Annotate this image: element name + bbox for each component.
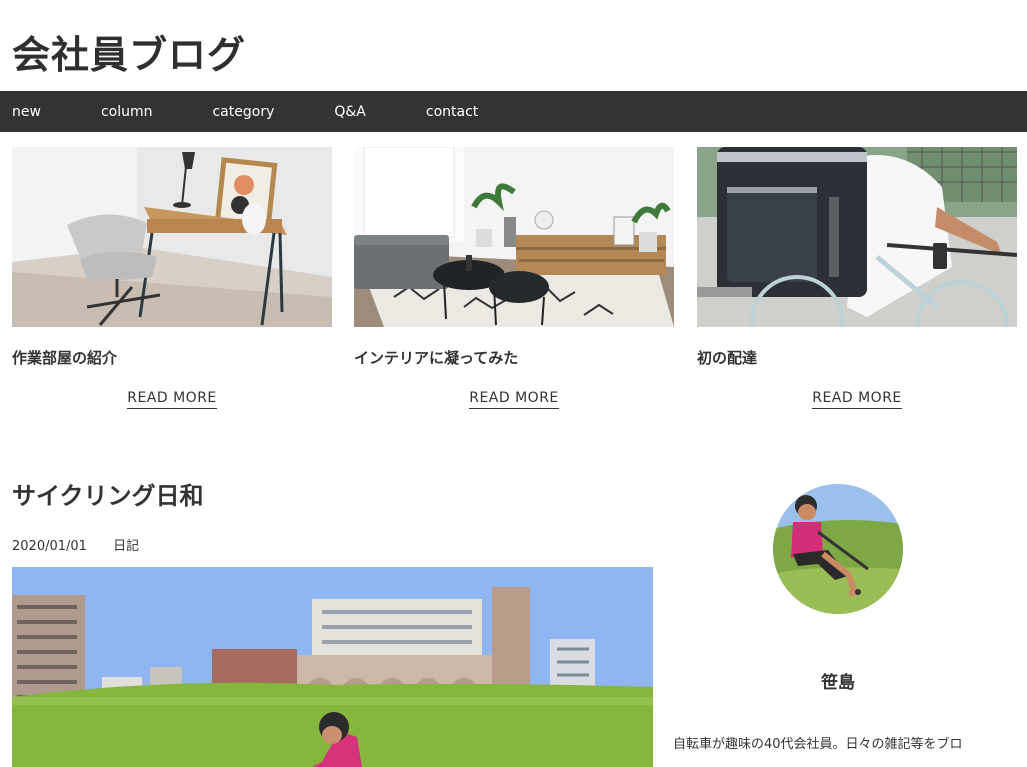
card-title[interactable]: 初の配達	[697, 347, 1017, 368]
nav-item-qa[interactable]: Q&A	[322, 104, 366, 120]
author-name[interactable]: 笹島	[673, 668, 1003, 693]
card-title[interactable]: インテリアに凝ってみた	[354, 347, 674, 368]
nav-item-category[interactable]: category	[200, 104, 274, 120]
author-avatar[interactable]	[773, 484, 903, 614]
card-title[interactable]: 作業部屋の紹介	[12, 347, 332, 368]
read-more-link[interactable]: READ MORE	[127, 390, 217, 409]
card-thumbnail-workspace[interactable]	[12, 147, 332, 327]
post-title[interactable]: サイクリング日和	[12, 476, 654, 511]
post-hero-image	[12, 567, 653, 767]
card-thumbnail-delivery[interactable]	[697, 147, 1017, 327]
main-nav: new column category Q&A contact	[0, 91, 1027, 132]
post-category[interactable]: 日記	[113, 539, 139, 554]
card-interior: インテリアに凝ってみた READ MORE	[354, 147, 674, 409]
card-delivery: 初の配達 READ MORE	[697, 147, 1017, 409]
author-bio: 自転車が趣味の40代会社員。日々の雑記等をブロ	[673, 737, 963, 752]
read-more-link[interactable]: READ MORE	[812, 390, 902, 409]
read-more-link[interactable]: READ MORE	[469, 390, 559, 409]
site-title[interactable]: 会社員ブログ	[12, 24, 246, 79]
post-date: 2020/01/01	[12, 539, 87, 554]
nav-item-contact[interactable]: contact	[414, 104, 478, 120]
nav-item-column[interactable]: column	[89, 104, 153, 120]
card-workspace: 作業部屋の紹介 READ MORE	[12, 147, 332, 409]
card-thumbnail-interior[interactable]	[354, 147, 674, 327]
post-meta: 2020/01/01 日記	[12, 535, 654, 554]
main-post: サイクリング日和 2020/01/01 日記	[12, 476, 654, 767]
nav-item-new[interactable]: new	[0, 104, 41, 120]
sidebar: 笹島 自転車が趣味の40代会社員。日々の雑記等をブロ	[673, 484, 1003, 756]
